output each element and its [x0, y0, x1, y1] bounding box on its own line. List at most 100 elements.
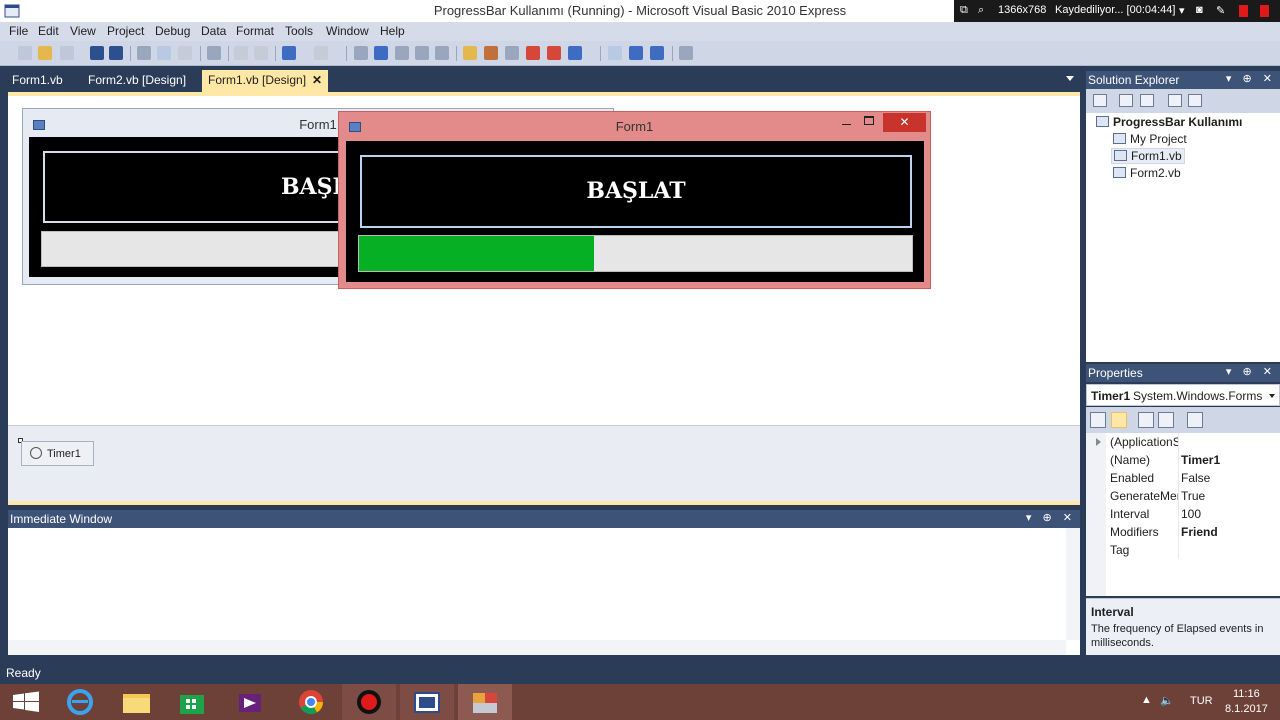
- stop-debugging-icon[interactable]: [374, 46, 388, 60]
- restore-icon[interactable]: ⧉: [960, 4, 968, 17]
- copy-icon[interactable]: [157, 46, 171, 60]
- folder-icon: [123, 694, 150, 713]
- cut-icon[interactable]: [137, 46, 151, 60]
- recorder-taskbar-button[interactable]: [342, 684, 396, 720]
- tab-order-icon[interactable]: [629, 46, 643, 60]
- solution-explorer-controls[interactable]: ▾ ⊕ ✕: [1226, 72, 1276, 85]
- close-window-button[interactable]: ✕: [883, 113, 926, 132]
- internet-explorer-taskbar-button[interactable]: [54, 684, 108, 720]
- find-icon[interactable]: [207, 46, 221, 60]
- extension-manager-icon[interactable]: [547, 46, 561, 60]
- events-lightning-icon[interactable]: [1158, 412, 1174, 428]
- properties-window-icon[interactable]: [484, 46, 498, 60]
- prop-row-modifiers[interactable]: Modifiers Friend: [1086, 523, 1280, 541]
- pause-recording-icon[interactable]: [1239, 5, 1248, 17]
- menu-project[interactable]: Project: [107, 24, 144, 38]
- prop-row-interval[interactable]: Interval 100: [1086, 505, 1280, 523]
- start-page-icon[interactable]: [568, 46, 582, 60]
- undo-icon[interactable]: [282, 46, 296, 60]
- property-pages-icon[interactable]: [1187, 412, 1203, 428]
- prop-row-name[interactable]: (Name) Timer1: [1086, 451, 1280, 469]
- store-taskbar-button[interactable]: [166, 684, 220, 720]
- menu-format[interactable]: Format: [236, 24, 274, 38]
- visual-basic-taskbar-button[interactable]: [400, 684, 454, 720]
- pen-icon[interactable]: ✎: [1216, 4, 1225, 17]
- prop-row-tag[interactable]: Tag: [1086, 541, 1280, 559]
- tree-form1[interactable]: Form1.vb: [1111, 148, 1185, 164]
- chrome-taskbar-button[interactable]: [282, 684, 336, 720]
- paste-icon[interactable]: [178, 46, 192, 60]
- properties-controls[interactable]: ▾ ⊕ ✕: [1226, 365, 1276, 378]
- toolbox-icon[interactable]: [505, 46, 519, 60]
- menu-debug[interactable]: Debug: [155, 24, 190, 38]
- close-tab-icon[interactable]: ✕: [312, 73, 322, 87]
- open-file-icon[interactable]: [38, 46, 52, 60]
- step-out-icon[interactable]: [435, 46, 449, 60]
- tab-form1-design[interactable]: Form1.vb [Design] ✕: [202, 70, 329, 92]
- tree-my-project[interactable]: My Project: [1113, 132, 1187, 146]
- menu-help[interactable]: Help: [380, 24, 405, 38]
- running-form1-window[interactable]: Form1 ✕ BAŞLAT: [338, 111, 931, 289]
- horizontal-scrollbar[interactable]: [8, 640, 1066, 655]
- comment-icon[interactable]: [234, 46, 248, 60]
- vertical-scrollbar[interactable]: [1066, 528, 1080, 640]
- toolbar-options-icon[interactable]: [679, 46, 693, 60]
- view-code-icon[interactable]: [1168, 94, 1182, 107]
- prop-row-applicationsettings[interactable]: (ApplicationS: [1086, 433, 1280, 451]
- input-language[interactable]: TUR: [1190, 695, 1213, 707]
- step-into-icon[interactable]: [395, 46, 409, 60]
- show-all-files-icon[interactable]: [1119, 94, 1133, 107]
- timer1-component[interactable]: Timer1: [21, 441, 94, 466]
- menu-tools[interactable]: Tools: [285, 24, 313, 38]
- uncomment-icon[interactable]: [254, 46, 268, 60]
- visual-studio-taskbar-button[interactable]: [224, 684, 278, 720]
- menu-edit[interactable]: Edit: [38, 24, 59, 38]
- stop-recording-icon[interactable]: [1260, 5, 1269, 17]
- add-item-icon[interactable]: [60, 46, 74, 60]
- menu-data[interactable]: Data: [201, 24, 226, 38]
- save-icon[interactable]: [90, 46, 104, 60]
- new-project-icon[interactable]: [18, 46, 32, 60]
- solution-explorer-icon[interactable]: [463, 46, 477, 60]
- tab-form1-vb[interactable]: Form1.vb: [12, 73, 63, 87]
- start-debugging-icon[interactable]: [354, 46, 368, 60]
- zoom-search-icon[interactable]: ⌕: [978, 4, 984, 17]
- save-all-icon[interactable]: [109, 46, 123, 60]
- start-button[interactable]: [0, 684, 54, 720]
- immediate-window-editor[interactable]: [8, 528, 1080, 655]
- view-designer-icon[interactable]: [1188, 94, 1202, 107]
- align-icon[interactable]: [608, 46, 622, 60]
- tab-dropdown-icon[interactable]: [1066, 76, 1074, 81]
- tree-project[interactable]: ProgressBar Kullanımı: [1096, 115, 1242, 129]
- object-browser-icon[interactable]: [526, 46, 540, 60]
- maximize-icon[interactable]: [864, 116, 874, 125]
- running-app-taskbar-button[interactable]: [458, 684, 512, 720]
- prop-row-enabled[interactable]: Enabled False: [1086, 469, 1280, 487]
- recorder-dropdown-icon[interactable]: ▾: [1179, 4, 1185, 17]
- file-explorer-taskbar-button[interactable]: [110, 684, 164, 720]
- categorized-icon[interactable]: [1090, 412, 1106, 428]
- tree-form2[interactable]: Form2.vb: [1113, 166, 1181, 180]
- menu-file[interactable]: File: [9, 24, 28, 38]
- clock-date[interactable]: 8.1.2017: [1225, 703, 1268, 715]
- prop-row-generatemember[interactable]: GenerateMen True: [1086, 487, 1280, 505]
- volume-icon[interactable]: 🔈: [1160, 694, 1174, 707]
- step-over-icon[interactable]: [415, 46, 429, 60]
- show-hidden-icons[interactable]: ▲: [1141, 694, 1152, 706]
- menu-view[interactable]: View: [70, 24, 96, 38]
- immediate-window-controls[interactable]: ▾ ⊕ ✕: [1026, 511, 1076, 524]
- properties-icon[interactable]: [1093, 94, 1107, 107]
- properties-view-icon[interactable]: [1138, 412, 1154, 428]
- alphabetical-icon[interactable]: [1111, 412, 1127, 428]
- camera-icon[interactable]: ◙: [1196, 4, 1203, 16]
- baslat-button[interactable]: BAŞLAT: [360, 155, 912, 228]
- clock-time[interactable]: 11:16: [1233, 688, 1260, 700]
- menu-window[interactable]: Window: [326, 24, 369, 38]
- object-selector[interactable]: Timer1 System.Windows.Forms.Ti: [1086, 384, 1280, 406]
- expand-icon[interactable]: [1096, 438, 1101, 446]
- tab-form2-design[interactable]: Form2.vb [Design]: [88, 73, 186, 87]
- minimize-icon[interactable]: [841, 115, 853, 129]
- layout-icon[interactable]: [650, 46, 664, 60]
- redo-icon[interactable]: [314, 46, 328, 60]
- refresh-icon[interactable]: [1140, 94, 1154, 107]
